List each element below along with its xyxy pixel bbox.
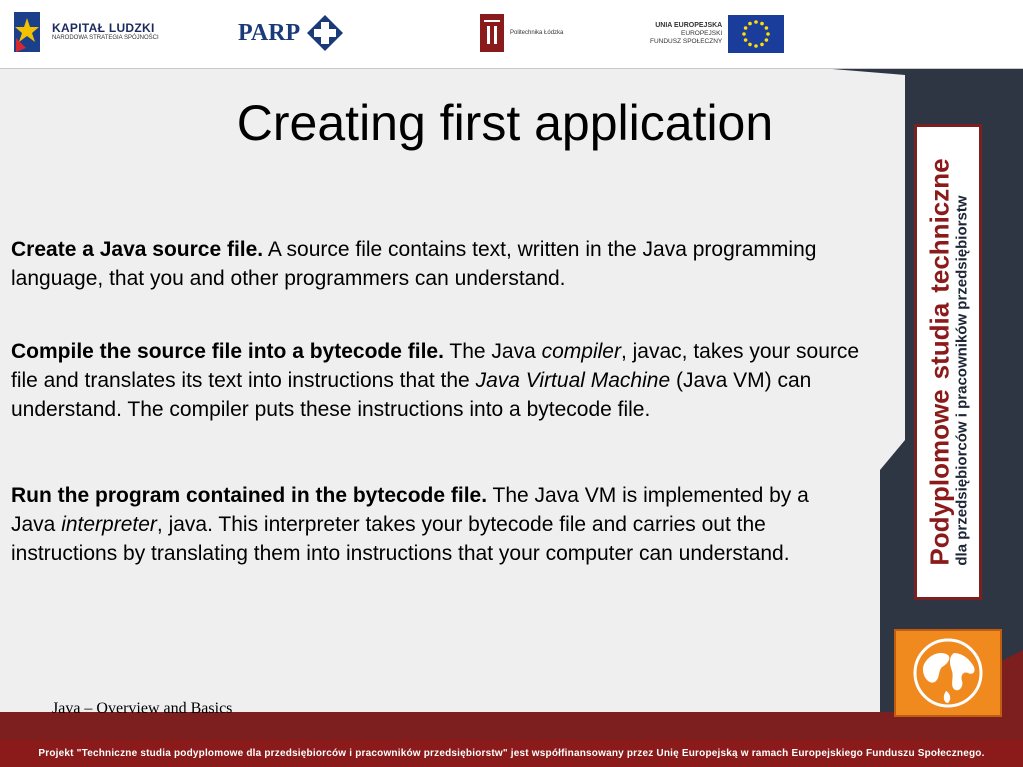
paragraph-2-bold: Compile the source file into a bytecode … xyxy=(11,340,444,363)
globe-box xyxy=(894,629,1002,717)
parp-emblem-icon xyxy=(307,15,344,51)
paragraph-1-bold: Create a Java source file. xyxy=(11,238,264,261)
paragraph-3-bold: Run the program contained in the bytecod… xyxy=(11,484,488,507)
eu-flag-icon xyxy=(728,15,785,53)
side-banner-word-1: Podyplomowe xyxy=(924,389,955,566)
kapital-ludzki-subtitle: NARODOWA STRATEGIA SPÓJNOŚCI xyxy=(52,35,159,42)
side-banner-text: Podyplomowe studia techniczne dla przedsię… xyxy=(924,158,971,566)
politechnika-emblem-icon xyxy=(480,14,504,52)
paragraph-compile: Compile the source file into a bytecode … xyxy=(11,337,861,424)
paragraph-create-source: Create a Java source file. A source file… xyxy=(11,235,861,293)
politechnika-text: Politechnika Łódzka xyxy=(510,30,564,36)
side-banner-subtitle: dla przedsiębiorców i pracowników przeds… xyxy=(953,195,971,566)
header-bar: KAPITAŁ LUDZKI NARODOWA STRATEGIA SPÓJNO… xyxy=(0,0,1023,69)
parp-text: PARP xyxy=(238,19,301,46)
paragraph-2-italic-jvm: Java Virtual Machine xyxy=(475,369,671,392)
bottom-bar: Projekt "Techniczne studia podyplomowe d… xyxy=(0,740,1023,767)
parp-logo: PARP xyxy=(238,14,344,52)
paragraph-3-italic-interpreter: interpreter xyxy=(61,513,157,536)
kapital-ludzki-star-icon xyxy=(14,12,40,52)
paragraph-run: Run the program contained in the bytecod… xyxy=(11,481,811,568)
paragraph-2-italic-compiler: compiler xyxy=(541,340,621,363)
footer-note: Java – Overview and Basics xyxy=(52,700,233,717)
side-banner: Podyplomowe studia techniczne dla przedsię… xyxy=(914,124,982,600)
kapital-ludzki-logo: KAPITAŁ LUDZKI NARODOWA STRATEGIA SPÓJNO… xyxy=(10,8,159,56)
ue-line-1: UNIA EUROPEJSKA xyxy=(655,22,723,29)
eu-logo: UNIA EUROPEJSKA EUROPEJSKI FUNDUSZ SPOŁE… xyxy=(650,15,785,53)
ue-line-3: FUNDUSZ SPOŁECZNY xyxy=(650,38,723,46)
kapital-ludzki-title: KAPITAŁ LUDZKI xyxy=(52,21,155,36)
paragraph-2-text-1: The Java xyxy=(443,340,542,363)
globe-icon xyxy=(913,638,983,708)
side-banner-word-3: techniczne xyxy=(924,158,955,293)
slide-title: Creating first application xyxy=(236,95,774,151)
ue-line-2: EUROPEJSKI xyxy=(681,30,723,38)
politechnika-lodzka-logo: Politechnika Łódzka xyxy=(480,14,563,52)
side-banner-word-2: studia xyxy=(924,302,955,380)
